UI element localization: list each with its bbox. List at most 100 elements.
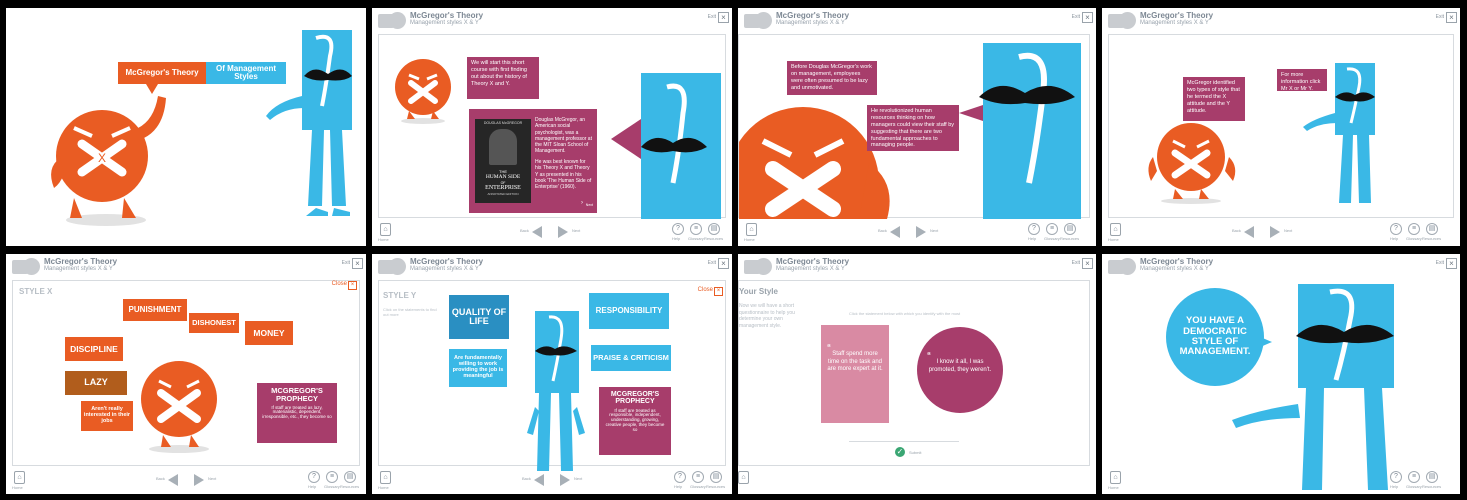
resources-icon[interactable]: ▤: [1426, 471, 1438, 483]
glossary-icon[interactable]: ≡: [1046, 223, 1058, 235]
help-icon[interactable]: ?: [308, 471, 320, 483]
tag-discipline[interactable]: DISCIPLINE: [65, 337, 123, 361]
home-icon[interactable]: ⌂: [746, 223, 757, 236]
glossary-icon[interactable]: ≡: [692, 471, 704, 483]
next-arrow-icon[interactable]: [194, 474, 204, 486]
mr-x-character[interactable]: [131, 345, 231, 455]
home-icon[interactable]: ⌂: [380, 471, 391, 484]
close-icon[interactable]: ×: [348, 281, 357, 290]
chevron-right-icon[interactable]: ›: [581, 200, 583, 208]
mr-y-character[interactable]: [256, 26, 356, 226]
mr-x-character[interactable]: X: [46, 88, 166, 228]
mr-x-character[interactable]: [387, 53, 459, 125]
exit-label[interactable]: Exit: [342, 260, 350, 266]
glossary-label[interactable]: Glossary: [1406, 236, 1422, 241]
help-label[interactable]: Help: [1028, 236, 1036, 241]
help-icon[interactable]: ?: [672, 223, 684, 235]
help-icon[interactable]: ?: [674, 471, 686, 483]
next-label[interactable]: Next: [574, 476, 582, 481]
resources-label[interactable]: Resources: [1422, 484, 1441, 489]
back-arrow-icon[interactable]: [168, 474, 178, 486]
close-icon[interactable]: ×: [1446, 258, 1457, 269]
back-label[interactable]: Back: [878, 228, 887, 233]
back-arrow-icon[interactable]: [532, 226, 542, 238]
next-label[interactable]: Next: [572, 228, 580, 233]
close-label[interactable]: Close: [332, 281, 347, 287]
next-arrow-icon[interactable]: [916, 226, 926, 238]
exit-label[interactable]: Exit: [708, 260, 716, 266]
tag-praise-criticism[interactable]: PRAISE & CRITICISM: [591, 345, 671, 371]
glossary-label[interactable]: Glossary: [1044, 236, 1060, 241]
close-icon[interactable]: ×: [718, 12, 729, 23]
help-label[interactable]: Help: [308, 484, 316, 489]
home-icon[interactable]: ⌂: [1110, 471, 1121, 484]
close-icon[interactable]: ×: [714, 287, 723, 296]
check-icon[interactable]: ✓: [895, 447, 905, 457]
resources-icon[interactable]: ▤: [708, 223, 720, 235]
glossary-icon[interactable]: ≡: [326, 471, 338, 483]
mr-y-character[interactable]: [611, 73, 721, 219]
tag-lazy[interactable]: LAZY: [65, 371, 127, 395]
close-icon[interactable]: ×: [718, 258, 729, 269]
back-label[interactable]: Back: [522, 476, 531, 481]
resources-icon[interactable]: ▤: [344, 471, 356, 483]
glossary-label[interactable]: Glossary: [1406, 484, 1422, 489]
resources-label[interactable]: Resources: [704, 236, 723, 241]
glossary-label[interactable]: Glossary: [688, 236, 704, 241]
glossary-label[interactable]: Glossary: [690, 484, 706, 489]
home-label[interactable]: Home: [1108, 237, 1119, 242]
home-icon[interactable]: ⌂: [1110, 223, 1121, 236]
help-label[interactable]: Help: [672, 236, 680, 241]
home-label[interactable]: Home: [744, 237, 755, 242]
back-arrow-icon[interactable]: [890, 226, 900, 238]
glossary-icon[interactable]: ≡: [1408, 471, 1420, 483]
glossary-icon[interactable]: ≡: [1408, 223, 1420, 235]
close-icon[interactable]: ×: [1082, 258, 1093, 269]
next-label[interactable]: Next: [1284, 228, 1292, 233]
tag-willing-to-work[interactable]: Are fundamentally willing to work provid…: [449, 349, 507, 387]
statement-card-1[interactable]: “ Staff spend more time on the task and …: [821, 325, 889, 423]
exit-label[interactable]: Exit: [1072, 14, 1080, 20]
close-icon[interactable]: ×: [1446, 12, 1457, 23]
back-label[interactable]: Back: [156, 476, 165, 481]
home-icon[interactable]: ⌂: [14, 471, 25, 484]
statement-card-2[interactable]: “ I know it all, I was promoted, they we…: [917, 327, 1003, 413]
mr-x-character[interactable]: [1145, 111, 1239, 205]
mr-y-character[interactable]: [959, 43, 1089, 219]
glossary-icon[interactable]: ≡: [690, 223, 702, 235]
resources-icon[interactable]: ▤: [1426, 223, 1438, 235]
exit-label[interactable]: Exit: [1072, 260, 1080, 266]
close-icon[interactable]: ×: [352, 258, 363, 269]
resources-label[interactable]: Resources: [706, 484, 725, 489]
next-arrow-icon[interactable]: [558, 226, 568, 238]
resources-icon[interactable]: ▤: [1064, 223, 1076, 235]
back-arrow-icon[interactable]: [1244, 226, 1254, 238]
home-label[interactable]: Home: [378, 237, 389, 242]
exit-label[interactable]: Exit: [1436, 260, 1444, 266]
close-icon[interactable]: ×: [1082, 12, 1093, 23]
tag-not-interested[interactable]: Aren't really interested in their jobs: [81, 401, 133, 431]
next-arrow-icon[interactable]: [560, 474, 570, 486]
tag-punishment[interactable]: PUNISHMENT: [123, 299, 187, 321]
next-label[interactable]: Next: [930, 228, 938, 233]
home-icon[interactable]: ⌂: [380, 223, 391, 236]
back-arrow-icon[interactable]: [534, 474, 544, 486]
back-label[interactable]: Back: [520, 228, 529, 233]
home-label[interactable]: Home: [1108, 485, 1119, 490]
tag-responsibility[interactable]: RESPONSIBILITY: [589, 293, 669, 329]
close-label[interactable]: Close: [698, 287, 713, 293]
next-arrow-icon[interactable]: [1270, 226, 1280, 238]
home-icon[interactable]: ⌂: [738, 471, 749, 484]
resources-label[interactable]: Resources: [1422, 236, 1441, 241]
help-icon[interactable]: ?: [1028, 223, 1040, 235]
exit-label[interactable]: Exit: [708, 14, 716, 20]
help-icon[interactable]: ?: [1390, 471, 1402, 483]
exit-label[interactable]: Exit: [1436, 14, 1444, 20]
tag-quality-of-life[interactable]: QUALITY OF LIFE: [449, 295, 509, 339]
mr-y-character[interactable]: [1299, 63, 1379, 219]
help-label[interactable]: Help: [674, 484, 682, 489]
help-label[interactable]: Help: [1390, 484, 1398, 489]
resources-label[interactable]: Resources: [1060, 236, 1079, 241]
back-label[interactable]: Back: [1232, 228, 1241, 233]
glossary-label[interactable]: Glossary: [324, 484, 340, 489]
